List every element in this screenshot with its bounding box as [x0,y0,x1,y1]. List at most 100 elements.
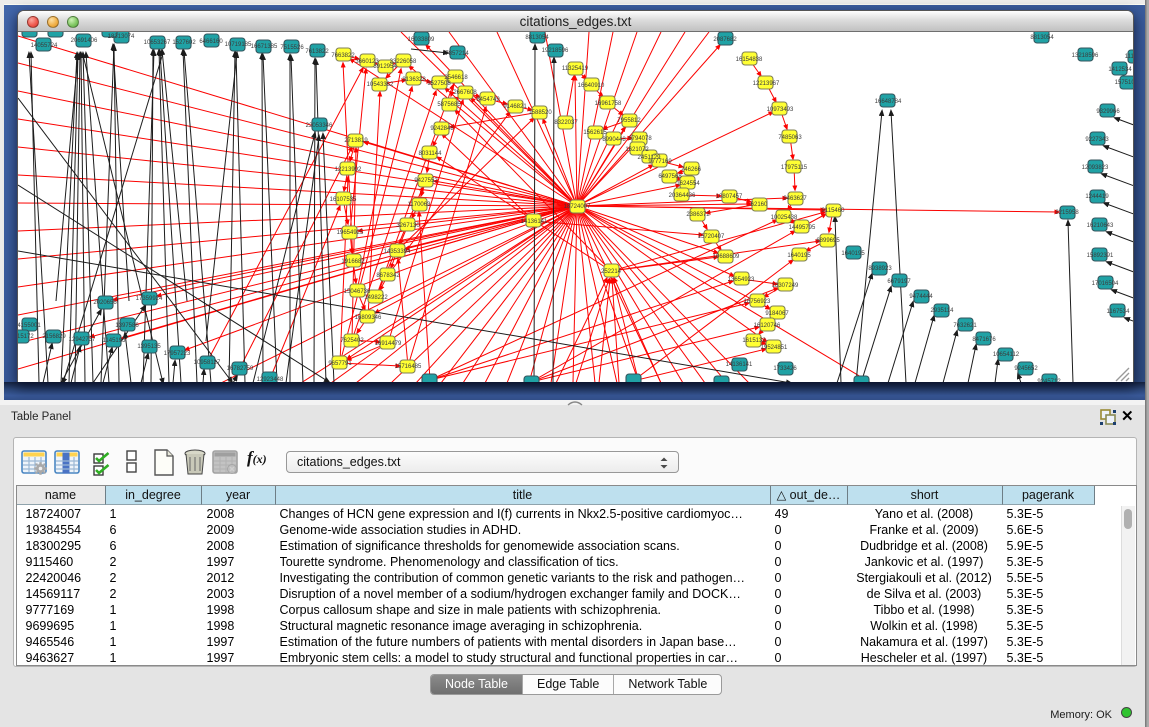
svg-text:10807457: 10807457 [716,194,743,200]
svg-text:12923448: 12923448 [257,377,284,382]
svg-text:1395135: 1395135 [137,344,161,350]
svg-text:6466160: 6466160 [199,39,223,45]
svg-text:8990448: 8990448 [602,137,626,143]
svg-text:18307249: 18307249 [772,283,799,289]
svg-text:2935114: 2935114 [931,308,955,314]
svg-text:7515526: 7515526 [280,45,304,51]
svg-text:9146821: 9146821 [503,104,527,110]
svg-text:17957223: 17957223 [164,351,191,357]
svg-text:9527508: 9527508 [427,81,451,87]
svg-text:1916682: 1916682 [341,259,365,265]
svg-text:10653267: 10653267 [144,40,171,46]
svg-text:1167534: 1167534 [1107,309,1131,315]
svg-text:9227343: 9227343 [1085,137,1109,143]
svg-text:14495795: 14495795 [789,225,816,231]
svg-text:12942737: 12942737 [69,337,96,343]
svg-text:1412534: 1412534 [1108,67,1132,73]
svg-text:17975115: 17975115 [781,165,808,171]
svg-text:20364436: 20364436 [669,193,696,199]
svg-text:8136328: 8136328 [402,77,426,83]
svg-text:22053346: 22053346 [306,123,333,129]
svg-text:11325419: 11325419 [562,66,589,72]
svg-text:18313074: 18313074 [108,34,135,40]
svg-text:7663822: 7663822 [331,53,355,59]
svg-text:17016504: 17016504 [1092,281,1119,287]
svg-text:15046736: 15046736 [344,289,371,295]
svg-text:9242848: 9242848 [430,126,454,132]
svg-text:17359924: 17359924 [136,296,163,302]
svg-text:16961758: 16961758 [595,101,622,107]
svg-text:18724007: 18724007 [564,204,591,210]
svg-text:252214: 252214 [601,269,622,275]
svg-text:16671385: 16671385 [251,44,278,50]
svg-text:15716485: 15716485 [395,364,422,370]
svg-text:10958127: 10958127 [194,360,221,366]
svg-text:3267130: 3267130 [396,223,420,229]
svg-text:1624554: 1624554 [676,181,700,187]
svg-text:7613822: 7613822 [305,49,329,55]
svg-text:2546618: 2546618 [444,75,468,81]
svg-text:6679197: 6679197 [887,279,911,285]
svg-text:9329966: 9329966 [1096,109,1120,115]
svg-text:19218596: 19218596 [542,48,569,54]
svg-text:1588520: 1588520 [528,110,552,116]
svg-text:10654112: 10654112 [993,352,1020,358]
svg-text:16107535: 16107535 [330,197,357,203]
svg-text:1498222: 1498222 [364,295,388,301]
svg-text:14136141: 14136141 [726,362,753,368]
svg-text:7625402: 7625402 [340,338,364,344]
svg-text:16914479: 16914479 [375,341,402,347]
svg-text:9777169: 9777169 [648,159,672,165]
svg-text:12093823: 12093823 [1082,165,1109,171]
svg-text:7485063: 7485063 [778,135,802,141]
svg-text:23226058: 23226058 [390,59,417,65]
svg-text:8938923: 8938923 [868,266,892,272]
svg-text:1621072: 1621072 [625,147,649,153]
svg-text:6497568: 6497568 [658,174,682,180]
svg-text:9245712: 9245712 [1037,379,1061,382]
svg-text:16154838: 16154838 [736,57,763,63]
svg-text:2386372: 2386372 [686,212,710,218]
svg-text:7632621: 7632621 [953,323,977,329]
svg-text:16648784: 16648784 [875,99,902,105]
svg-text:10025438: 10025438 [771,215,798,221]
svg-text:1527602: 1527602 [172,40,196,46]
svg-text:7955812: 7955812 [617,118,641,124]
svg-text:14055724: 14055724 [31,43,58,49]
svg-text:1244419: 1244419 [1085,194,1109,200]
svg-text:1112893: 1112893 [1125,54,1133,60]
svg-text:2713819: 2713819 [344,138,368,144]
svg-text:746266: 746266 [681,167,702,173]
svg-text:1170063: 1170063 [408,202,432,208]
svg-text:15892391: 15892391 [1087,253,1114,259]
svg-text:9474444: 9474444 [909,294,933,300]
svg-text:1145193: 1145193 [103,338,127,344]
svg-text:8031144: 8031144 [419,151,443,157]
svg-text:6794078: 6794078 [628,136,652,142]
svg-text:16210643: 16210643 [1087,223,1114,229]
svg-text:10688609: 10688609 [713,254,740,260]
svg-text:20691406: 20691406 [71,38,98,44]
svg-text:13218596: 13218596 [1072,53,1099,59]
svg-text:9463627: 9463627 [783,196,807,202]
svg-text:62160: 62160 [751,202,768,208]
svg-text:7857214: 7857214 [445,51,469,57]
svg-text:4155001: 4155001 [18,323,41,329]
svg-text:14353394: 14353394 [384,249,411,255]
svg-text:5875685: 5875685 [437,102,461,108]
svg-text:9184067: 9184067 [765,311,789,317]
svg-text:1640195: 1640195 [787,253,811,259]
svg-text:2156829: 2156829 [42,334,66,340]
svg-text:1615132: 1615132 [742,338,766,344]
svg-text:8813054: 8813054 [525,35,549,41]
svg-text:8215958: 8215958 [1055,210,1079,216]
svg-text:8471676: 8471676 [972,337,996,343]
svg-text:16120746: 16120746 [754,323,781,329]
svg-text:9245652: 9245652 [1014,366,1038,372]
svg-text:2020656: 2020656 [93,300,117,306]
svg-text:9115460: 9115460 [822,208,846,214]
svg-text:9427552: 9427552 [414,178,438,184]
svg-text:16782759: 16782759 [227,366,254,372]
svg-text:1640195: 1640195 [841,251,865,257]
svg-text:10543362: 10543362 [367,82,394,88]
